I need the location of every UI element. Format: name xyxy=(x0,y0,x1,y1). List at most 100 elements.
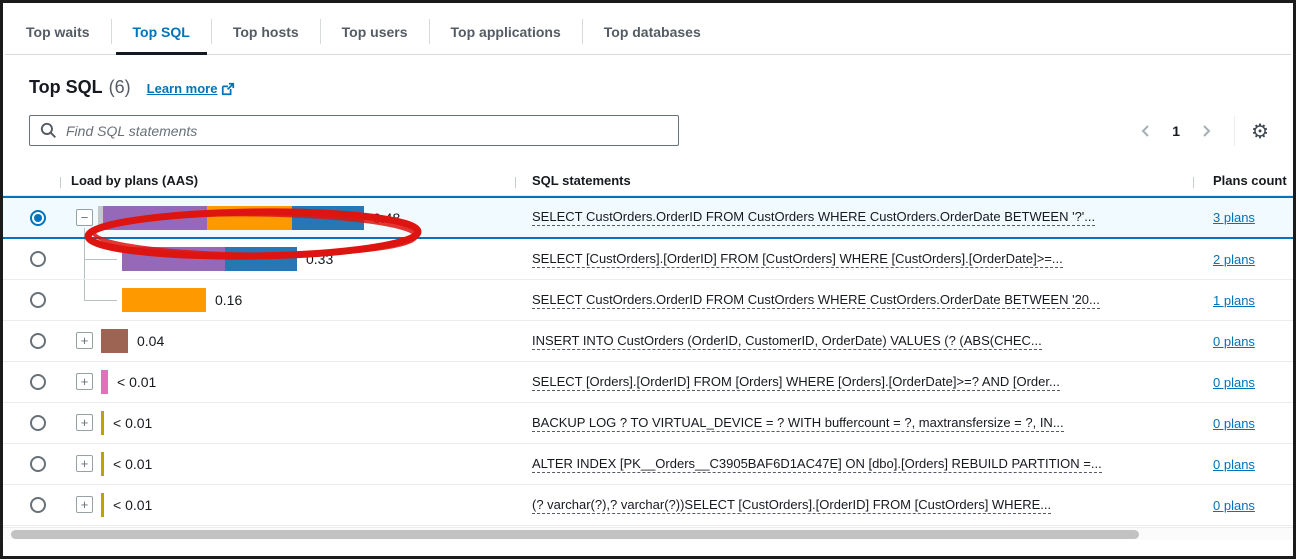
sql-column-header: SQL statements xyxy=(515,173,1193,188)
plans-link[interactable]: 0 plans xyxy=(1213,375,1255,390)
bar-segment-yellow xyxy=(101,411,104,435)
load-bar: < 0.01 xyxy=(101,452,152,476)
load-value: 0.48 xyxy=(373,210,400,226)
plans-link[interactable]: 1 plans xyxy=(1213,293,1255,308)
load-value: 0.04 xyxy=(137,333,164,349)
load-bar: 0.04 xyxy=(101,329,164,353)
expand-toggle[interactable]: − xyxy=(76,209,93,226)
tab-top-applications[interactable]: Top applications xyxy=(430,9,582,54)
gear-icon[interactable]: ⚙ xyxy=(1251,121,1269,141)
load-bar-segments xyxy=(122,288,206,312)
sql-statement[interactable]: SELECT CustOrders.OrderID FROM CustOrder… xyxy=(532,292,1100,309)
load-value: 0.16 xyxy=(215,292,242,308)
selection-cell xyxy=(3,403,60,443)
column-divider xyxy=(1193,177,1194,188)
sql-statement[interactable]: SELECT CustOrders.OrderID FROM CustOrder… xyxy=(532,209,1095,226)
sql-statement[interactable]: SELECT [Orders].[OrderID] FROM [Orders] … xyxy=(532,374,1060,391)
tab-top-sql[interactable]: Top SQL xyxy=(112,9,211,54)
learn-more-label: Learn more xyxy=(147,81,218,96)
row-select-radio[interactable] xyxy=(30,415,46,431)
table-header-row: Load by plans (AAS) SQL statements Plans… xyxy=(3,166,1293,196)
selection-cell xyxy=(3,485,60,525)
table-row: 0.16 SELECT CustOrders.OrderID FROM Cust… xyxy=(3,280,1293,321)
load-column-header: Load by plans (AAS) xyxy=(60,173,515,188)
tab-top-databases[interactable]: Top databases xyxy=(583,9,722,54)
plans-link[interactable]: 0 plans xyxy=(1213,416,1255,431)
tab-top-users[interactable]: Top users xyxy=(321,9,429,54)
tree-connector-horizontal xyxy=(84,300,117,301)
sql-statement[interactable]: BACKUP LOG ? TO VIRTUAL_DEVICE = ? WITH … xyxy=(532,415,1064,432)
table-body: − 0.48 SELECT CustOrders.OrderID FROM Cu… xyxy=(3,196,1293,526)
tab-top-waits[interactable]: Top waits xyxy=(5,9,111,54)
load-value: < 0.01 xyxy=(117,374,156,390)
load-bar-segments xyxy=(101,370,108,394)
bar-segment-blue xyxy=(225,247,297,271)
current-page-number: 1 xyxy=(1164,123,1188,139)
table-row: + < 0.01 BACKUP LOG ? TO VIRTUAL_DEVICE … xyxy=(3,403,1293,444)
expand-toggle[interactable]: + xyxy=(76,496,93,513)
bar-segment-orange xyxy=(207,206,292,230)
selection-cell xyxy=(3,362,60,402)
learn-more-link[interactable]: Learn more xyxy=(147,81,236,96)
search-input[interactable] xyxy=(29,115,679,146)
result-count: (6) xyxy=(109,77,131,98)
row-select-radio[interactable] xyxy=(30,333,46,349)
table-row: − 0.48 SELECT CustOrders.OrderID FROM Cu… xyxy=(3,196,1293,239)
plans-link[interactable]: 0 plans xyxy=(1213,457,1255,472)
sql-column-label: SQL statements xyxy=(532,173,631,188)
load-bar-segments xyxy=(101,329,128,353)
table-row: + < 0.01 SELECT [Orders].[OrderID] FROM … xyxy=(3,362,1293,403)
search-box xyxy=(29,115,679,146)
row-select-radio[interactable] xyxy=(30,251,46,267)
tab-top-hosts[interactable]: Top hosts xyxy=(212,9,320,54)
toolbar: 1 ⚙ xyxy=(29,115,1269,146)
plans-link[interactable]: 3 plans xyxy=(1213,210,1255,225)
top-sql-table: Load by plans (AAS) SQL statements Plans… xyxy=(3,166,1293,526)
bar-segment-purple xyxy=(122,247,225,271)
load-bar: < 0.01 xyxy=(101,493,152,517)
load-column-label: Load by plans (AAS) xyxy=(71,173,198,188)
expand-toggle[interactable]: + xyxy=(76,332,93,349)
tab-bar: Top waitsTop SQLTop hostsTop usersTop ap… xyxy=(5,3,1291,55)
previous-page-button[interactable] xyxy=(1134,119,1158,143)
load-bar: 0.33 xyxy=(122,247,333,271)
top-sql-panel: Top waitsTop SQLTop hostsTop usersTop ap… xyxy=(0,0,1296,559)
plans-link[interactable]: 2 plans xyxy=(1213,252,1255,267)
row-select-radio[interactable] xyxy=(30,456,46,472)
magnifier-icon xyxy=(40,122,57,139)
sql-statement[interactable]: SELECT [CustOrders].[OrderID] FROM [Cust… xyxy=(532,251,1063,268)
selection-cell xyxy=(3,198,60,237)
row-select-radio[interactable] xyxy=(30,210,46,226)
external-link-icon xyxy=(221,82,235,96)
sql-statement[interactable]: ALTER INDEX [PK__Orders__C3905BAF6D1AC47… xyxy=(532,456,1102,473)
plans-cell: 0 plans xyxy=(1193,321,1293,361)
next-page-button[interactable] xyxy=(1194,119,1218,143)
row-select-radio[interactable] xyxy=(30,374,46,390)
plans-cell: 0 plans xyxy=(1193,444,1293,484)
plans-link[interactable]: 0 plans xyxy=(1213,334,1255,349)
load-bar: < 0.01 xyxy=(101,370,156,394)
expand-toggle[interactable]: + xyxy=(76,414,93,431)
horizontal-scrollbar xyxy=(3,527,1293,540)
sql-statement[interactable]: (? varchar(?),? varchar(?))SELECT [CustO… xyxy=(532,497,1051,514)
plans-link[interactable]: 0 plans xyxy=(1213,498,1255,513)
bar-segment-pink xyxy=(101,370,108,394)
expand-toggle[interactable]: + xyxy=(76,373,93,390)
row-select-radio[interactable] xyxy=(30,292,46,308)
selection-cell xyxy=(3,444,60,484)
row-select-radio[interactable] xyxy=(30,497,46,513)
load-bar: 0.48 xyxy=(98,206,400,230)
load-value: < 0.01 xyxy=(113,415,152,431)
chevron-left-icon xyxy=(1138,123,1154,139)
tree-connector-stub xyxy=(84,228,85,237)
horizontal-scrollbar-thumb[interactable] xyxy=(11,530,1139,539)
load-cell: 0.33 xyxy=(60,239,515,279)
sql-statement[interactable]: INSERT INTO CustOrders (OrderID, Custome… xyxy=(532,333,1042,350)
bar-segment-orange xyxy=(122,288,206,312)
load-bar-segments xyxy=(98,206,364,230)
sql-cell: (? varchar(?),? varchar(?))SELECT [CustO… xyxy=(515,485,1193,525)
plans-cell: 2 plans xyxy=(1193,239,1293,279)
bar-segment-brown xyxy=(101,329,128,353)
expand-toggle[interactable]: + xyxy=(76,455,93,472)
load-value: 0.33 xyxy=(306,251,333,267)
